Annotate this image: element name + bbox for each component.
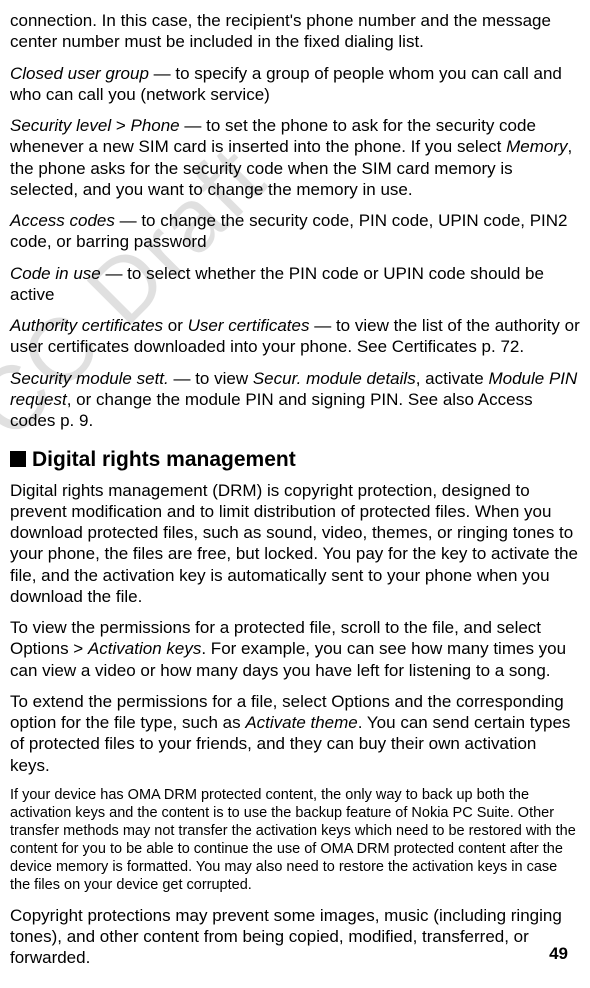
term-activate-theme: Activate theme (245, 713, 357, 732)
term-secur-module-details: Secur. module details (253, 369, 416, 388)
paragraph-security-module: Security module sett. — to view Secur. m… (10, 368, 580, 432)
term-access-codes: Access codes (10, 211, 115, 230)
paragraph-extend-permissions: To extend the permissions for a file, se… (10, 691, 580, 776)
text: — to view (169, 369, 253, 388)
term-user-certificates: User certificates (188, 316, 310, 335)
section-heading-drm: Digital rights management (10, 447, 580, 473)
term-memory: Memory (506, 137, 567, 156)
paragraph-access-codes: Access codes — to change the security co… (10, 210, 580, 253)
term-phone: Phone (130, 116, 179, 135)
page-number: 49 (549, 943, 568, 964)
term-authority-certificates: Authority certificates (10, 316, 163, 335)
term-security-module-sett: Security module sett. (10, 369, 169, 388)
text: , activate (416, 369, 489, 388)
term-activation-keys: Activation keys (88, 639, 201, 658)
text: , or change the module PIN and signing P… (10, 390, 533, 430)
text: or (163, 316, 188, 335)
paragraph-view-permissions: To view the permissions for a protected … (10, 617, 580, 681)
paragraph-connection: connection. In this case, the recipient'… (10, 10, 580, 53)
heading-box-icon (10, 451, 26, 467)
paragraph-closed-user-group: Closed user group — to specify a group o… (10, 63, 580, 106)
paragraph-copyright: Copyright protections may prevent some i… (10, 905, 580, 969)
paragraph-security-level: Security level > Phone — to set the phon… (10, 115, 580, 200)
term-code-in-use: Code in use (10, 264, 101, 283)
paragraph-certificates: Authority certificates or User certifica… (10, 315, 580, 358)
paragraph-oma-drm-note: If your device has OMA DRM protected con… (10, 786, 580, 895)
paragraph-drm-intro: Digital rights management (DRM) is copyr… (10, 480, 580, 608)
text: > (111, 116, 130, 135)
term-security-level: Security level (10, 116, 111, 135)
heading-text: Digital rights management (32, 448, 296, 471)
term-closed-user-group: Closed user group (10, 64, 149, 83)
paragraph-code-in-use: Code in use — to select whether the PIN … (10, 263, 580, 306)
